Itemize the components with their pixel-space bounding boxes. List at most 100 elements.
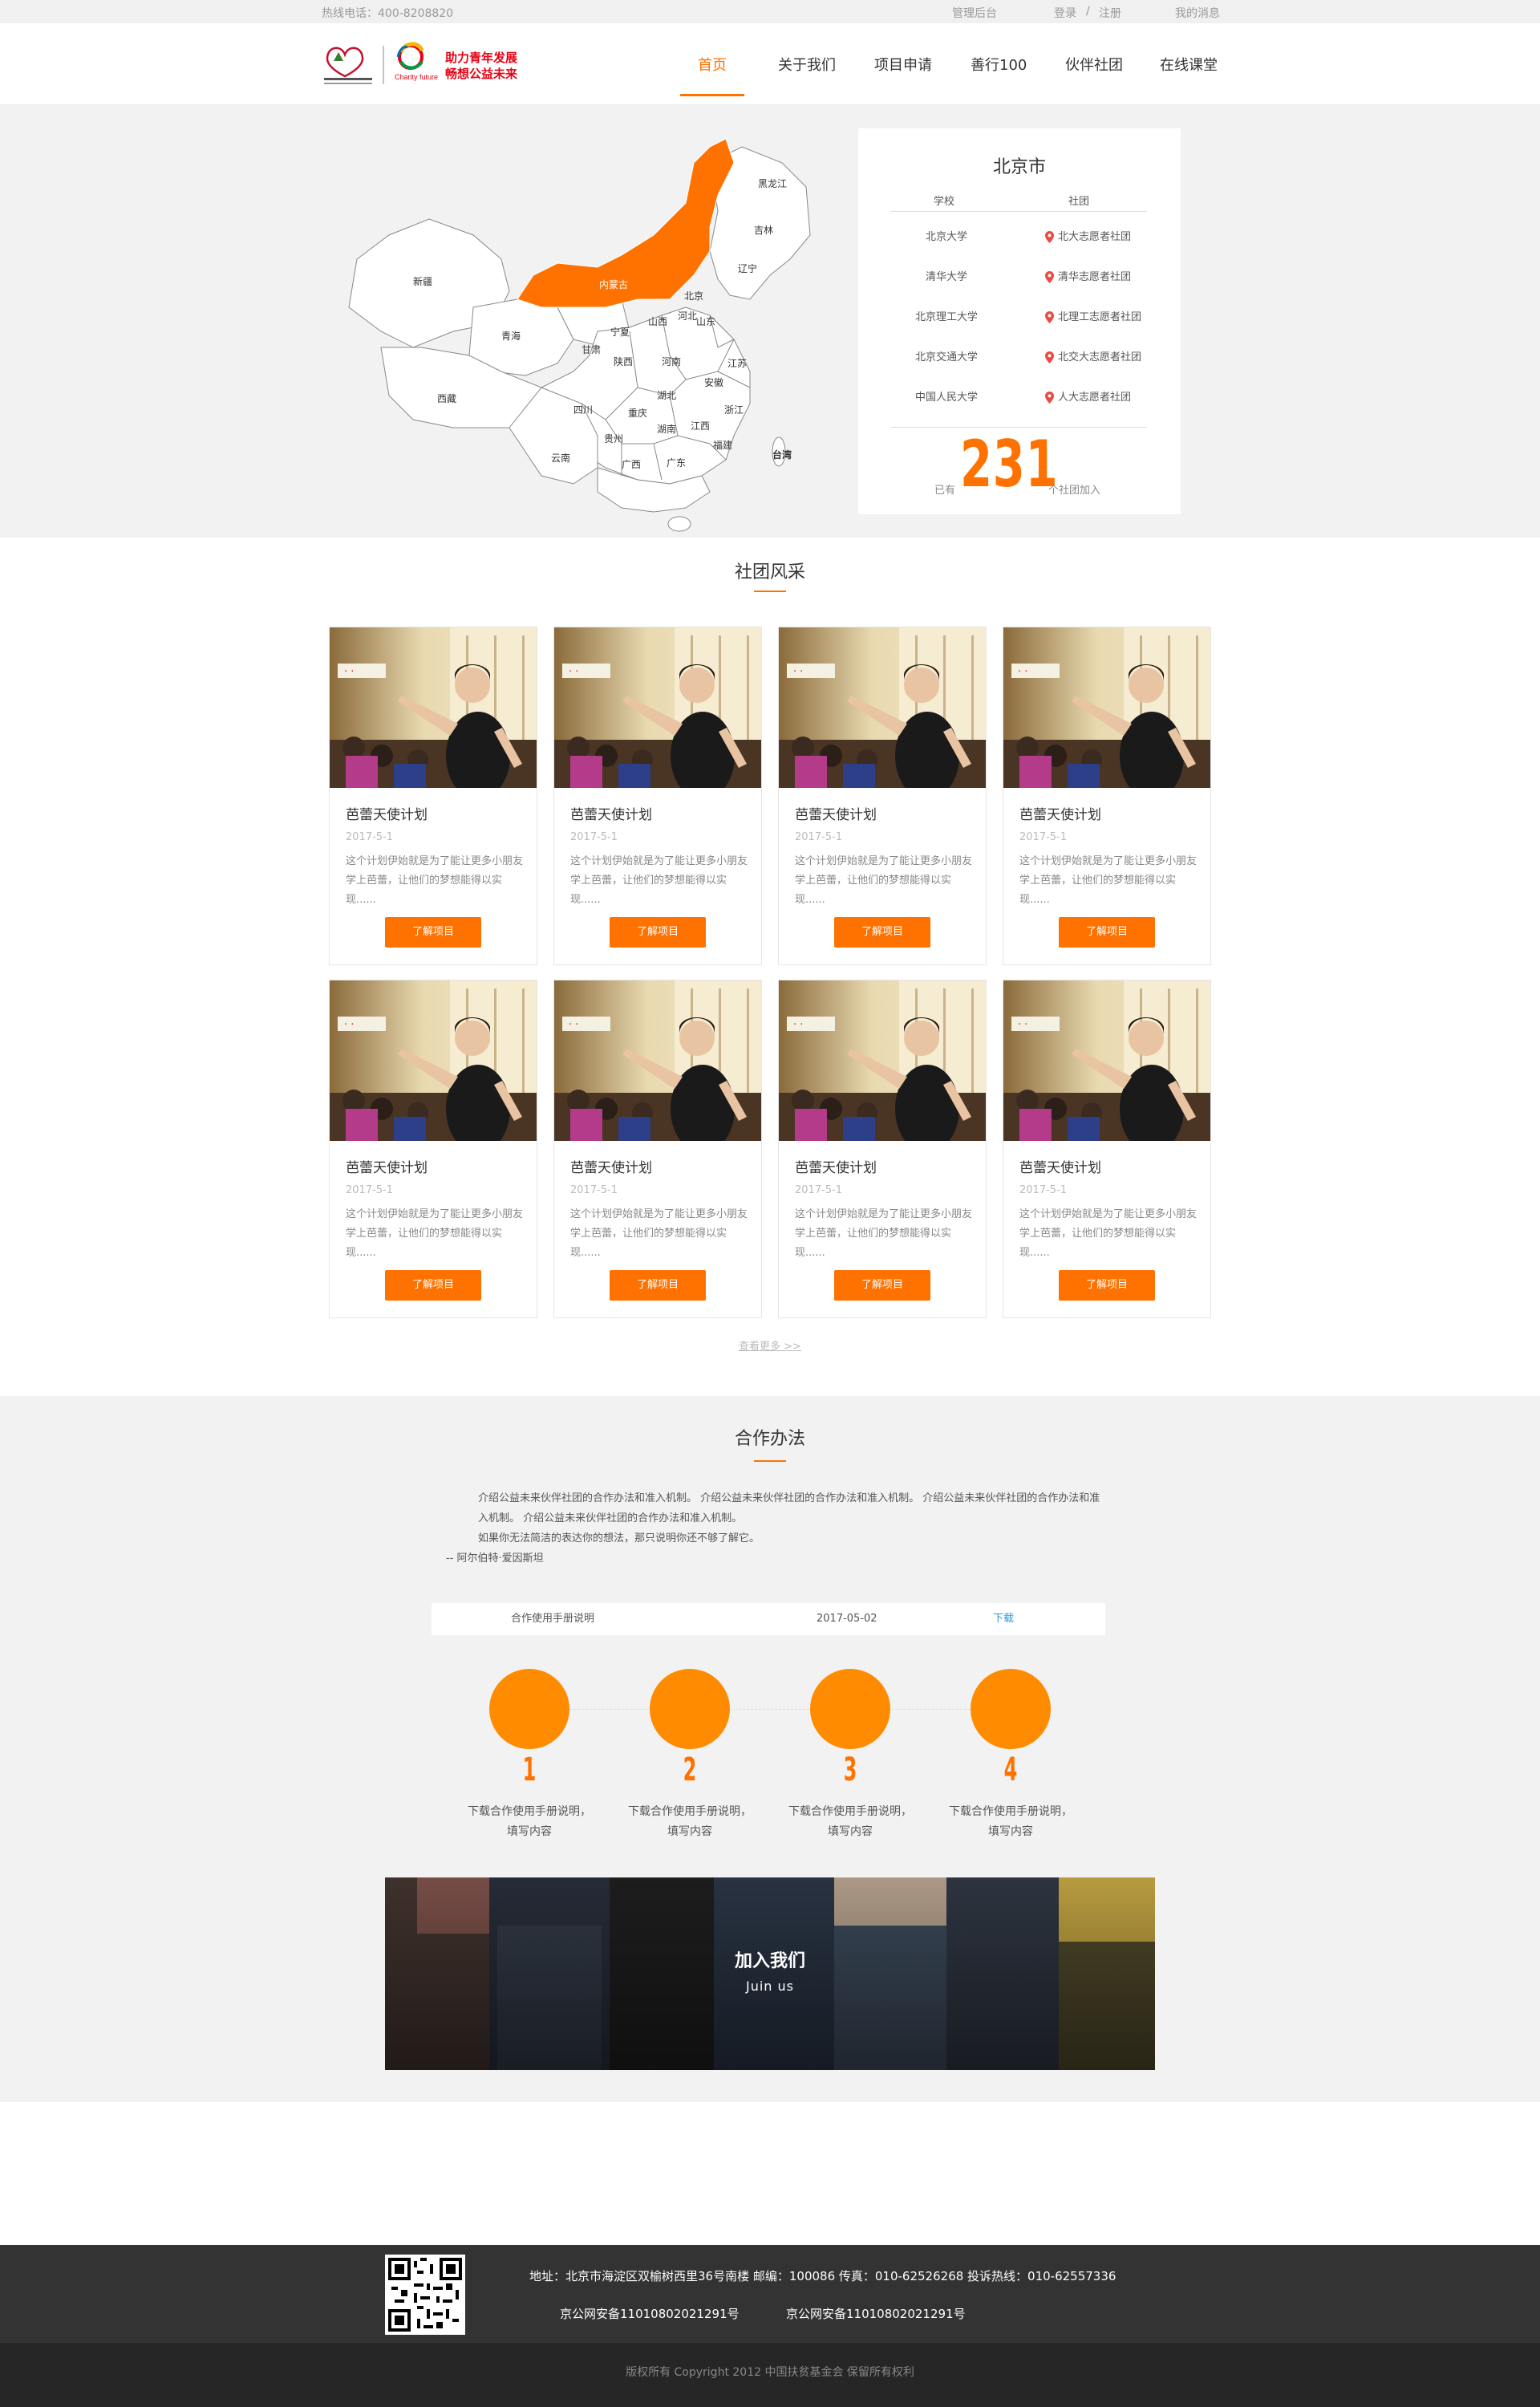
icp-record-1[interactable]: 京公网安备11010802021291号 [560,2305,740,2322]
nav-online-class[interactable]: 在线课堂 [1160,54,1218,75]
nav-apply[interactable]: 项目申请 [874,54,932,75]
card-photo[interactable]: · · [554,980,761,1141]
header-divider [890,211,1147,212]
club-card[interactable]: · · 芭蕾天使计划 2017-5-1 这个计划伊始就是为了能让更多小朋友学上芭蕾，… [329,627,537,965]
admin-link[interactable]: 管理后台 [952,5,997,21]
ballet-photo: · · [1003,980,1210,1141]
nav-about[interactable]: 关于我们 [778,54,836,75]
step-4-description: 下载合作使用手册说明，填写内容 [949,1805,1072,1838]
svg-text:· ·: · · [793,1019,803,1031]
card-date: 2017-5-1 [1019,1184,1068,1196]
card-title: 芭蕾天使计划 [346,807,428,823]
card-description: 这个计划伊始就是为了能让更多小朋友学上芭蕾，让他们的梦想能得以实现...... [1019,855,1198,906]
card-photo[interactable]: · · [779,627,986,788]
learn-more-button[interactable]: 了解项目 [610,1270,706,1301]
club-card[interactable]: · · 芭蕾天使计划 2017-5-1 这个计划伊始就是为了能让更多小朋友学上芭蕾，… [1003,980,1211,1318]
svg-text:新疆: 新疆 [413,275,432,287]
icp-record-2[interactable]: 京公网安备11010802021291号 [786,2305,966,2322]
cooperation-section: 合作办法 介绍公益未来伙伴社团的合作办法和准入机制。 介绍公益未来伙伴社团的合作… [0,1396,1540,2102]
steps-connector [529,1709,1011,1710]
card-title: 芭蕾天使计划 [570,1160,652,1176]
coop-quote-author: -- 阿尔伯特·爱因斯坦 [446,1553,544,1565]
svg-text:畅想公益未来: 畅想公益未来 [445,67,518,81]
login-link[interactable]: 登录 [1054,5,1076,21]
svg-text:· ·: · · [793,666,803,678]
nav-home[interactable]: 首页 [698,54,727,75]
learn-more-button[interactable]: 了解项目 [1059,1270,1155,1301]
register-link[interactable]: 注册 [1099,5,1121,21]
learn-more-button[interactable]: 了解项目 [385,1270,481,1301]
school-name: 北京交通大学 [914,351,978,363]
svg-text:四川: 四川 [573,404,593,416]
svg-text:贵州: 贵州 [604,433,623,444]
join-us-banner[interactable]: 加入我们 Juin us [385,1877,1155,2070]
svg-text:内蒙古: 内蒙古 [599,278,628,290]
coop-description: 介绍公益未来伙伴社团的合作办法和准入机制。 介绍公益未来伙伴社团的合作办法和准入… [446,1488,1104,1569]
learn-more-button[interactable]: 了解项目 [610,917,706,948]
step-4-circle [971,1669,1051,1749]
download-link[interactable]: 下载 [993,1603,1014,1635]
step-3-description: 下载合作使用手册说明，填写内容 [788,1805,912,1838]
city-name: 北京市 [992,157,1046,177]
club-name: 北理工志愿者社团 [1045,308,1141,323]
nav-partner-clubs[interactable]: 伙伴社团 [1065,54,1123,75]
svg-text:黑龙江: 黑龙江 [758,178,787,189]
step-1-number: 1 [522,1751,537,1788]
card-title: 芭蕾天使计划 [795,807,877,823]
login-separator: / [1086,5,1090,18]
china-map[interactable]: 黑龙江 吉林 辽宁 新疆 内蒙古 北京 河北 山西 山东 宁夏 甘肃 青海 陕西… [333,115,830,532]
svg-text:江苏: 江苏 [727,358,747,369]
site-footer: 地址：北京市海淀区双榆树西里36号南楼 邮编：100086 传真：010-625… [0,2245,1540,2343]
card-photo[interactable]: · · [1003,627,1210,788]
school-column-header: 学校 [934,196,955,208]
card-photo[interactable]: · · [779,980,986,1141]
club-card[interactable]: · · 芭蕾天使计划 2017-5-1 这个计划伊始就是为了能让更多小朋友学上芭蕾，… [553,980,762,1318]
step-3-number: 3 [843,1751,857,1788]
list-item[interactable]: 北京大学 北大志愿者社团 [858,228,1181,268]
card-photo[interactable]: · · [554,627,761,788]
learn-more-button[interactable]: 了解项目 [834,917,930,948]
view-more-link[interactable]: 查看更多 >> [0,1337,1540,1353]
list-item[interactable]: 北京理工大学 北理工志愿者社团 [858,308,1181,348]
club-card[interactable]: · · 芭蕾天使计划 2017-5-1 这个计划伊始就是为了能让更多小朋友学上芭蕾，… [329,980,537,1318]
club-name: 北大志愿者社团 [1045,228,1131,243]
ballet-photo: · · [779,627,986,788]
card-photo[interactable]: · · [330,980,537,1141]
list-item[interactable]: 清华大学 清华志愿者社团 [858,268,1181,308]
location-pin-icon [1045,231,1054,243]
document-name: 合作使用手册说明 [511,1613,595,1625]
card-date: 2017-5-1 [795,831,843,843]
club-card[interactable]: · · 芭蕾天使计划 2017-5-1 这个计划伊始就是为了能让更多小朋友学上芭蕾，… [553,627,762,965]
map-section: 黑龙江 吉林 辽宁 新疆 内蒙古 北京 河北 山西 山东 宁夏 甘肃 青海 陕西… [0,105,1540,538]
svg-text:河北: 河北 [678,311,697,322]
card-photo[interactable]: · · [330,627,537,788]
club-card[interactable]: · · 芭蕾天使计划 2017-5-1 这个计划伊始就是为了能让更多小朋友学上芭蕾，… [778,980,987,1318]
coop-paragraph: 介绍公益未来伙伴社团的合作办法和准入机制。 介绍公益未来伙伴社团的合作办法和准入… [478,1492,1100,1524]
hotline-text: 热线电话：400-8208820 [322,7,454,20]
learn-more-button[interactable]: 了解项目 [385,917,481,948]
card-photo[interactable]: · · [1003,980,1210,1141]
messages-link[interactable]: 我的消息 [1175,5,1220,21]
list-item[interactable]: 北京交通大学 北交大志愿者社团 [858,348,1181,388]
step-3-circle [810,1669,890,1749]
learn-more-button[interactable]: 了解项目 [834,1270,930,1301]
step-1-description: 下载合作使用手册说明，填写内容 [468,1805,591,1838]
location-pin-icon [1045,271,1054,283]
card-description: 这个计划伊始就是为了能让更多小朋友学上芭蕾，让他们的梦想能得以实现...... [346,1208,524,1259]
svg-text:江西: 江西 [691,420,710,432]
card-title: 芭蕾天使计划 [1019,807,1101,823]
site-logo[interactable]: Charity future 助力青年发展 畅想公益未来 [321,35,537,92]
club-card[interactable]: · · 芭蕾天使计划 2017-5-1 这个计划伊始就是为了能让更多小朋友学上芭蕾，… [778,627,987,965]
coop-quote: 如果你无法简洁的表达你的想法，那只说明你还不够了解它。 [478,1532,760,1544]
card-title: 芭蕾天使计划 [795,1160,877,1176]
learn-more-button[interactable]: 了解项目 [1059,917,1155,948]
list-item[interactable]: 中国人民大学 人大志愿者社团 [858,388,1181,428]
club-card[interactable]: · · 芭蕾天使计划 2017-5-1 这个计划伊始就是为了能让更多小朋友学上芭蕾，… [1003,627,1211,965]
svg-text:海南: 海南 [668,530,687,532]
nav-good-deeds[interactable]: 善行100 [971,54,1027,75]
join-subtitle: Juin us [745,1979,794,1994]
card-description: 这个计划伊始就是为了能让更多小朋友学上芭蕾，让他们的梦想能得以实现...... [570,855,748,906]
title-underline [754,1460,786,1462]
step-4-number: 4 [1003,1751,1018,1788]
svg-text:台湾: 台湾 [772,449,792,461]
